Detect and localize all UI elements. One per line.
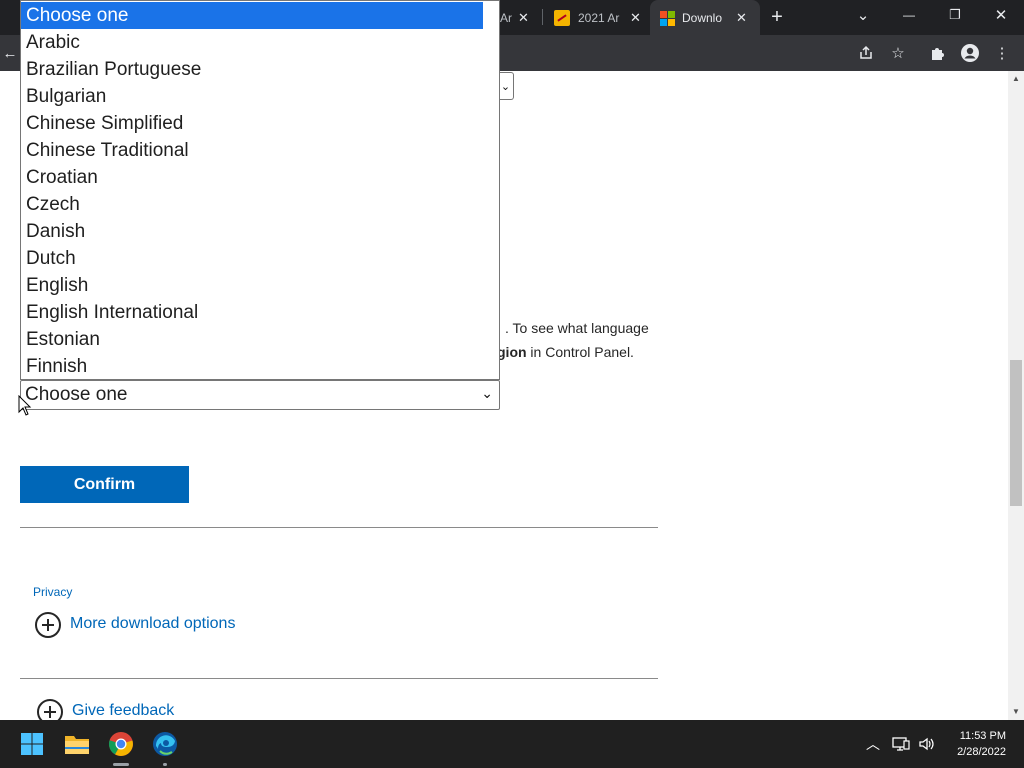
more-download-options-link[interactable]: More download options (70, 615, 235, 633)
tab-2021-ar[interactable]: 2021 Ar ✕ (548, 0, 646, 35)
volume-icon[interactable] (916, 720, 938, 768)
confirm-button[interactable]: Confirm (20, 466, 189, 503)
language-select-value: Choose one (25, 384, 128, 405)
extensions-icon[interactable] (922, 35, 954, 71)
chrome-icon[interactable] (104, 720, 138, 768)
give-feedback-link[interactable]: Give feedback (72, 702, 174, 720)
plus-circle-icon (35, 612, 61, 638)
dropdown-option[interactable]: Estonian (21, 326, 483, 353)
tab-close-icon[interactable]: ✕ (736, 10, 747, 26)
tab-download-active[interactable]: Downlo ✕ (650, 0, 760, 35)
language-info-text: . To see what language (505, 320, 649, 336)
share-icon[interactable] (850, 35, 882, 71)
bookmark-star-icon[interactable]: ☆ (882, 35, 914, 71)
profile-icon[interactable] (954, 35, 986, 71)
system-clock[interactable]: 11:53 PM 2/28/2022 (957, 728, 1006, 760)
tab-close-icon[interactable]: ✕ (518, 10, 529, 26)
tab-search-icon[interactable]: ⌄ (840, 0, 886, 30)
divider (20, 678, 658, 679)
pdf-file-icon (554, 9, 570, 26)
edge-icon[interactable] (148, 720, 182, 768)
tab-label: 2021 Ar (578, 10, 620, 25)
chevron-down-icon: ⌄ (481, 385, 493, 401)
dropdown-option[interactable]: Czech (21, 191, 483, 218)
tab-divider (542, 9, 543, 25)
close-window-icon[interactable]: ✕ (978, 0, 1024, 30)
language-info-text-line2: gion in Control Panel. (497, 344, 634, 360)
new-tab-icon[interactable]: + (766, 6, 788, 28)
active-app-indicator (113, 763, 129, 766)
scroll-up-arrow-icon[interactable]: ▲ (1008, 71, 1024, 85)
language-dropdown-list: Choose one Arabic Brazilian Portuguese Bulg… (20, 0, 500, 380)
expand-more-options-icon[interactable] (35, 612, 61, 638)
region-bold-text: gion (497, 344, 527, 360)
dropdown-option[interactable]: Chinese Traditional (21, 137, 483, 164)
running-app-indicator (163, 763, 167, 766)
browser-menu-icon[interactable]: ⋮ (986, 35, 1018, 71)
dropdown-option[interactable]: Chinese Simplified (21, 110, 483, 137)
dropdown-option[interactable]: Dutch (21, 245, 483, 272)
dropdown-option[interactable]: Danish (21, 218, 483, 245)
back-icon[interactable]: ← (0, 35, 20, 71)
control-panel-text: in Control Panel. (526, 344, 634, 360)
minimize-icon[interactable]: — (886, 0, 932, 30)
clock-date: 2/28/2022 (957, 746, 1006, 758)
tab-ar[interactable]: Ar ✕ (496, 0, 540, 35)
windows-start-icon[interactable] (16, 720, 48, 768)
dropdown-option[interactable]: Finnish (21, 353, 483, 379)
chevron-up-icon[interactable]: ︿ (862, 720, 884, 768)
network-icon[interactable] (890, 720, 912, 768)
edition-select-edge[interactable]: ⌄ (498, 72, 514, 100)
dropdown-option[interactable]: English (21, 272, 483, 299)
dropdown-option[interactable]: Croatian (21, 164, 483, 191)
language-select[interactable]: Choose one ⌄ (20, 380, 500, 410)
file-explorer-icon[interactable] (60, 720, 94, 768)
dropdown-option[interactable]: Brazilian Portuguese (21, 56, 483, 83)
privacy-link[interactable]: Privacy (33, 585, 72, 599)
mouse-cursor-icon (18, 395, 32, 416)
divider (20, 527, 658, 528)
clock-time: 11:53 PM (959, 730, 1006, 742)
microsoft-logo-icon (660, 10, 675, 26)
dropdown-option[interactable]: English International (21, 299, 483, 326)
tab-close-icon[interactable]: ✕ (630, 10, 641, 26)
dropdown-option[interactable]: Arabic (21, 29, 483, 56)
restore-icon[interactable]: ❐ (932, 0, 978, 30)
dropdown-option[interactable]: Choose one (21, 2, 483, 29)
tab-label: Ar (500, 10, 512, 25)
dropdown-option[interactable]: Bulgarian (21, 83, 483, 110)
tab-label: Downlo (682, 10, 723, 25)
scroll-down-arrow-icon[interactable]: ▼ (1008, 704, 1024, 718)
page-scroll-thumb[interactable] (1010, 360, 1022, 506)
